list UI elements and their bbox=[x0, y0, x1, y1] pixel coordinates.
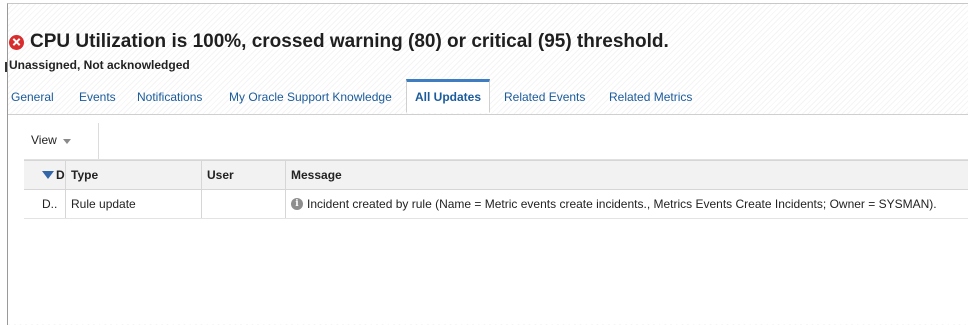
toolbar-divider bbox=[98, 123, 99, 159]
chevron-down-icon bbox=[62, 138, 71, 144]
info-icon: i bbox=[291, 198, 303, 210]
column-header-date-label: Da bbox=[56, 168, 65, 182]
column-header-type[interactable]: Type bbox=[65, 161, 201, 189]
sort-descending-icon[interactable] bbox=[42, 171, 54, 179]
incident-status: Unassigned, Not acknowledged bbox=[9, 58, 190, 72]
text-cursor bbox=[5, 62, 7, 72]
incident-title: CPU Utilization is 100%, crossed warning… bbox=[9, 31, 669, 53]
updates-table: Da Type User Message D.. Rule update i I… bbox=[24, 160, 968, 219]
tab-general[interactable]: General bbox=[11, 80, 54, 113]
view-menu-label: View bbox=[31, 133, 57, 147]
table-header-row: Da Type User Message bbox=[24, 161, 968, 190]
row-date: D.. bbox=[42, 197, 58, 211]
column-header-date[interactable]: Da bbox=[37, 161, 65, 189]
row-message-text: Incident created by rule (Name = Metric … bbox=[307, 197, 937, 211]
tab-related-events[interactable]: Related Events bbox=[504, 80, 585, 113]
row-message: i Incident created by rule (Name = Metri… bbox=[285, 190, 968, 218]
incident-title-text: CPU Utilization is 100%, crossed warning… bbox=[30, 31, 669, 52]
table-row[interactable]: D.. Rule update i Incident created by ru… bbox=[24, 190, 968, 219]
tab-events[interactable]: Events bbox=[79, 80, 116, 113]
tab-all-updates[interactable]: All Updates bbox=[406, 79, 491, 113]
row-type: Rule update bbox=[65, 190, 201, 218]
tab-related-metrics[interactable]: Related Metrics bbox=[609, 80, 692, 113]
all-updates-panel: View Da Type User Message D.. Rule updat… bbox=[8, 115, 968, 324]
tab-bar: General Events Notifications My Oracle S… bbox=[8, 79, 968, 115]
tab-my-oracle-support-knowledge[interactable]: My Oracle Support Knowledge bbox=[229, 80, 392, 113]
column-header-message[interactable]: Message bbox=[285, 161, 968, 189]
row-user bbox=[201, 190, 285, 218]
table-toolbar: View bbox=[24, 123, 968, 160]
tab-notifications[interactable]: Notifications bbox=[137, 80, 202, 113]
column-header-user[interactable]: User bbox=[201, 161, 285, 189]
error-icon bbox=[9, 34, 24, 50]
view-menu-button[interactable]: View bbox=[31, 133, 71, 147]
